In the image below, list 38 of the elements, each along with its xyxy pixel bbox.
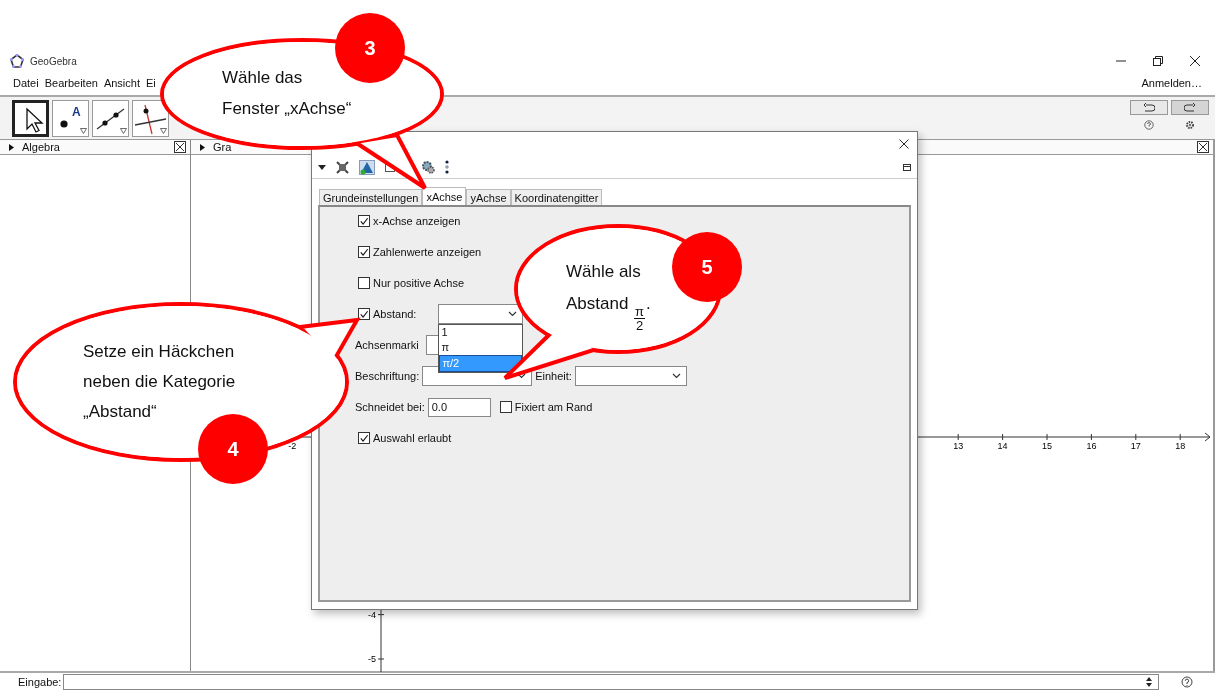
panel-title: Algebra xyxy=(22,141,60,153)
option-label: Fixiert am Rand xyxy=(514,401,593,413)
option-label: Beschriftung: xyxy=(355,370,420,382)
menu-item[interactable]: Ei xyxy=(146,77,156,89)
option-label: Auswahl erlaubt xyxy=(373,432,452,444)
tab[interactable]: xAchse xyxy=(422,187,467,205)
tick-label: 15 xyxy=(1042,441,1052,451)
tab[interactable]: Koordinatengitter xyxy=(510,189,603,205)
window-title: GeoGebra xyxy=(30,55,77,67)
menu-item[interactable]: Bearbeiten xyxy=(44,77,98,89)
tab[interactable]: Grundeinstellungen xyxy=(319,189,423,205)
tick-label: 13 xyxy=(953,441,964,451)
sign-in-link[interactable]: Anmelden… xyxy=(1141,77,1202,89)
input-label: Eingabe: xyxy=(18,676,62,688)
option-label: Abstand: xyxy=(373,308,417,320)
tick-label: -2 xyxy=(288,441,297,451)
step-badge: 3 xyxy=(335,13,405,83)
option-label: Einheit: xyxy=(535,370,572,382)
tick-label: 18 xyxy=(1175,441,1186,451)
tool-button[interactable]: A xyxy=(52,100,89,137)
input-field[interactable]: 0.0 xyxy=(427,397,491,417)
menu-item[interactable]: Ansicht xyxy=(103,77,140,89)
menu-item[interactable]: Datei xyxy=(13,77,39,89)
tick-label: -5 xyxy=(368,654,376,664)
option-label: Zahlenwerte anzeigen xyxy=(373,246,482,258)
dropdown-option[interactable]: 1 xyxy=(439,325,523,340)
tick-label: 16 xyxy=(1086,441,1097,451)
option-label: x-Achse anzeigen xyxy=(373,215,461,227)
option-label: Achsenmarki xyxy=(355,339,419,351)
option-label: Nur positive Achse xyxy=(373,277,465,289)
dropdown-option[interactable]: π xyxy=(439,340,523,355)
callout-text: Wähle als Abstand π 2 . xyxy=(566,261,651,333)
tick-label: 14 xyxy=(997,441,1008,451)
option-label: Schneidet bei: xyxy=(355,401,425,413)
tab[interactable]: yAchse xyxy=(466,189,511,205)
tick-label: -4 xyxy=(368,609,376,620)
panel-title: Gra xyxy=(213,141,232,153)
tick-label: 17 xyxy=(1130,441,1141,451)
